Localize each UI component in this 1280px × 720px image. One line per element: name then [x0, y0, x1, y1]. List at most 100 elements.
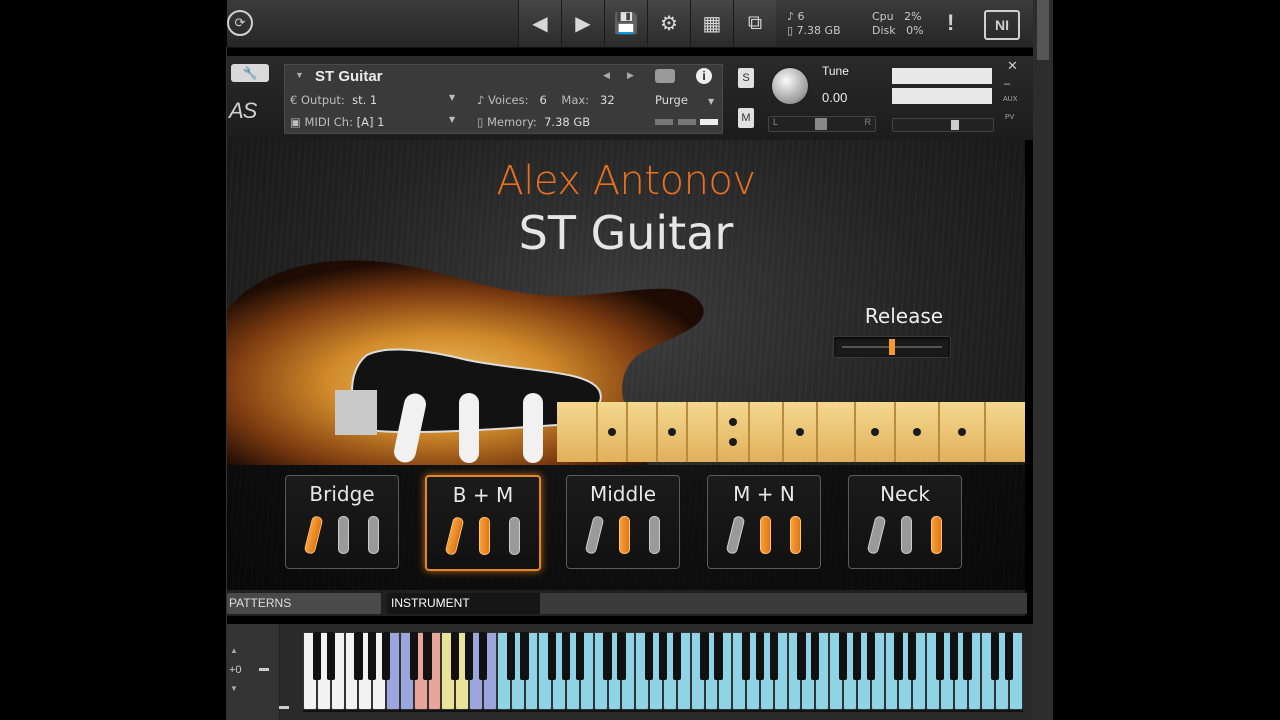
black-key[interactable]	[423, 632, 432, 680]
mute-button[interactable]: M	[738, 108, 754, 128]
black-key[interactable]	[714, 632, 723, 680]
keyboard-controls: ▲ +0 ▼	[227, 624, 289, 720]
purge-menu[interactable]: Purge ▼	[655, 93, 714, 107]
black-key[interactable]	[561, 632, 571, 680]
collapse-arrow-icon[interactable]: ▼	[295, 70, 304, 80]
black-key[interactable]	[700, 632, 709, 680]
rack-view-icon[interactable]: ▦	[690, 0, 733, 46]
release-slider[interactable]	[833, 336, 951, 358]
pickup-button-m-n[interactable]: M + N	[707, 475, 821, 569]
mod-wheel[interactable]	[279, 706, 289, 709]
black-key[interactable]	[672, 632, 681, 680]
black-key[interactable]	[326, 632, 335, 680]
black-key[interactable]	[520, 632, 529, 680]
kontakt-toolbar: ⟳ ◀ ▶ 💾 ⚙ ▦ ⧉ ♪ 6 ▯ 7.38 GB Cpu 2% Disk …	[227, 0, 1033, 48]
output-field[interactable]: € Output: st. 1	[290, 93, 377, 107]
black-key[interactable]	[465, 632, 474, 680]
wrench-icon[interactable]: 🔧	[231, 64, 269, 82]
prev-arrow-icon[interactable]: ◀	[518, 0, 561, 46]
midi-dropdown-icon[interactable]: ▼	[449, 115, 455, 124]
output-dropdown-icon[interactable]: ▼	[449, 93, 455, 102]
octave-down-icon[interactable]: ▼	[230, 684, 238, 693]
purge-indicator	[678, 119, 696, 125]
next-instrument-icon[interactable]: ▶	[627, 70, 634, 81]
black-key[interactable]	[838, 632, 848, 680]
black-key[interactable]	[381, 632, 391, 680]
instrument-name[interactable]: ST Guitar	[315, 68, 383, 85]
black-key[interactable]	[603, 632, 612, 680]
ni-logo[interactable]: NI	[984, 10, 1020, 40]
black-key[interactable]	[617, 632, 626, 680]
piano-keyboard[interactable]	[303, 632, 1023, 712]
black-key[interactable]	[409, 632, 418, 680]
camera-icon[interactable]	[655, 69, 675, 83]
aux-button[interactable]: AUX	[1003, 96, 1017, 103]
kontakt-logo-icon[interactable]: ⟳	[227, 10, 253, 36]
pan-handle[interactable]	[815, 118, 827, 130]
pickup-icon	[584, 515, 605, 555]
tune-label: Tune	[822, 64, 849, 78]
pan-slider[interactable]: L R	[768, 116, 876, 132]
black-key[interactable]	[852, 632, 861, 680]
max-value[interactable]: 32	[600, 93, 615, 107]
save-icon[interactable]: 💾	[604, 0, 647, 46]
black-key[interactable]	[755, 632, 765, 680]
close-icon[interactable]: ✕	[1007, 58, 1018, 74]
black-key[interactable]	[575, 632, 585, 680]
solo-button[interactable]: S	[738, 68, 754, 88]
right-scrollbar[interactable]	[1033, 0, 1053, 720]
pickup-button-middle[interactable]: Middle	[566, 475, 680, 569]
pitch-wheel[interactable]	[259, 668, 269, 671]
tab-patterns[interactable]: PATTERNS	[227, 593, 381, 614]
black-key[interactable]	[658, 632, 668, 680]
pickup-button-b-m[interactable]: B + M	[425, 475, 541, 571]
octave-up-icon[interactable]: ▲	[230, 646, 238, 655]
volume-handle[interactable]	[951, 120, 959, 130]
black-key[interactable]	[908, 632, 917, 680]
pickup-icon	[790, 516, 801, 554]
scrollbar-thumb[interactable]	[1037, 0, 1049, 60]
info-icon[interactable]: i	[696, 68, 712, 84]
tab-instrument[interactable]: INSTRUMENT	[387, 593, 543, 614]
black-key[interactable]	[451, 632, 460, 680]
volume-slider[interactable]	[892, 118, 994, 132]
black-key[interactable]	[797, 632, 806, 680]
memory-icon: ▯	[477, 115, 487, 129]
voices-label: Voices:	[488, 93, 529, 107]
black-key[interactable]	[506, 632, 515, 680]
black-key[interactable]	[1005, 632, 1014, 680]
pv-button[interactable]: PV	[1005, 114, 1014, 121]
purge-dropdown-icon: ▼	[707, 97, 715, 106]
black-key[interactable]	[368, 632, 377, 680]
black-key[interactable]	[769, 632, 778, 680]
purge-indicator	[700, 119, 718, 125]
prev-instrument-icon[interactable]: ◀	[603, 70, 610, 81]
instrument-header: 🔧 AS ▼ ST Guitar ◀ ▶ i € Output: st. 1 ▼…	[227, 56, 1033, 140]
black-key[interactable]	[548, 632, 557, 680]
output-icon: €	[290, 93, 301, 107]
midi-channel-field[interactable]: ▣ MIDI Ch: [A] 1	[290, 115, 384, 129]
black-key[interactable]	[811, 632, 820, 680]
warning-icon[interactable]: !	[947, 10, 954, 36]
pickup-button-neck[interactable]: Neck	[848, 475, 962, 569]
release-handle[interactable]	[889, 339, 895, 355]
next-arrow-icon[interactable]: ▶	[561, 0, 604, 46]
black-key[interactable]	[866, 632, 875, 680]
black-key[interactable]	[741, 632, 751, 680]
gear-icon[interactable]: ⚙	[647, 0, 690, 46]
pickup-icon	[725, 515, 746, 555]
voices-value: 6	[539, 93, 547, 107]
tune-knob[interactable]	[770, 66, 810, 106]
black-key[interactable]	[478, 632, 488, 680]
black-key[interactable]	[645, 632, 654, 680]
minimize-view-icon[interactable]: ⧉	[733, 0, 776, 46]
black-key[interactable]	[963, 632, 972, 680]
black-key[interactable]	[354, 632, 363, 680]
minimize-icon[interactable]: –	[1004, 78, 1010, 90]
black-key[interactable]	[312, 632, 321, 680]
black-key[interactable]	[894, 632, 903, 680]
black-key[interactable]	[935, 632, 945, 680]
pickup-button-bridge[interactable]: Bridge	[285, 475, 399, 569]
black-key[interactable]	[991, 632, 1000, 680]
black-key[interactable]	[949, 632, 958, 680]
